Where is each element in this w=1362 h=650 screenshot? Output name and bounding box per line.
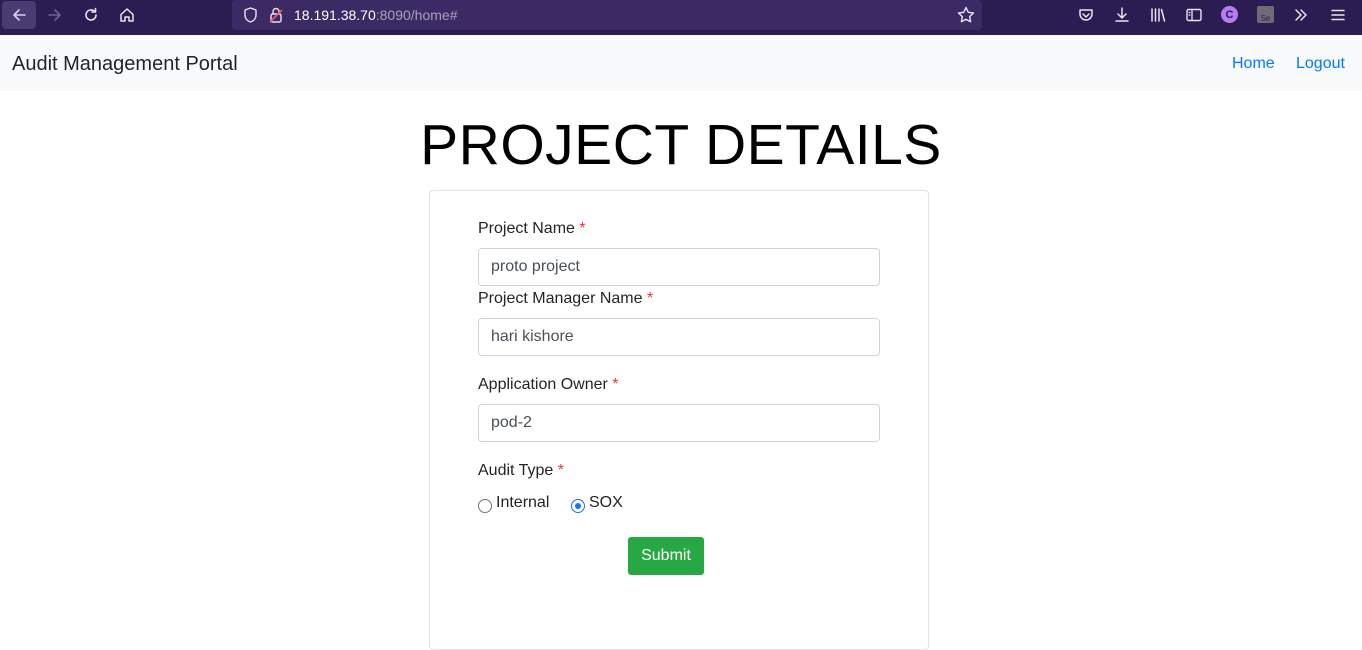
download-icon[interactable] [1113,6,1131,24]
required-mark: * [557,462,564,479]
audit-type-label: Audit Type * [478,462,564,480]
home-browser-button[interactable] [110,1,144,29]
manager-name-input[interactable] [478,318,880,356]
app-owner-label-text: Application Owner [478,376,608,393]
arrow-right-icon [48,9,61,21]
project-name-label-text: Project Name [478,220,575,237]
manager-name-label: Project Manager Name * [478,290,653,308]
audit-type-label-text: Audit Type [478,462,554,479]
radio-sox-label[interactable]: SOX [589,494,623,512]
browser-toolbar: 18.191.38.70:8090/home# C Se [0,0,1362,35]
manager-name-label-text: Project Manager Name [478,290,643,307]
reload-button[interactable] [74,1,108,29]
project-name-label: Project Name * [478,220,586,238]
project-form-card: Project Name * Project Manager Name * Ap… [429,190,929,650]
app-owner-label: Application Owner * [478,376,619,394]
lock-icon[interactable] [268,6,284,24]
url-text[interactable]: 18.191.38.70:8090/home# [294,7,457,23]
shield-icon[interactable] [242,6,259,24]
arrow-left-icon [13,9,26,21]
radio-internal-label[interactable]: Internal [496,494,549,512]
hamburger-menu-icon[interactable] [1329,6,1347,24]
library-icon[interactable] [1149,6,1167,24]
project-name-input[interactable] [478,248,880,286]
required-mark: * [646,290,654,307]
app-navbar: Audit Management Portal Home Logout [0,35,1362,91]
page-title: PROJECT DETAILS [420,113,942,177]
radio-sox[interactable] [571,499,585,513]
account-initial: C [1225,8,1234,21]
extension-label: Se [1260,14,1271,23]
pocket-icon[interactable] [1077,6,1095,24]
chevron-double-right-icon[interactable] [1292,6,1310,24]
app-owner-input[interactable] [478,404,880,442]
star-icon[interactable] [956,5,976,25]
extension-icon[interactable]: Se [1257,6,1274,23]
sidebar-icon[interactable] [1185,6,1203,24]
address-bar[interactable]: 18.191.38.70:8090/home# [232,0,982,30]
back-button[interactable] [2,1,36,29]
nav-home-link[interactable]: Home [1232,55,1275,73]
submit-button[interactable]: Submit [628,537,704,575]
required-mark: * [579,220,586,237]
forward-button[interactable] [38,1,72,29]
home-icon [120,8,134,22]
nav-logout-link[interactable]: Logout [1296,55,1345,73]
required-mark: * [612,376,619,393]
account-icon[interactable]: C [1221,6,1238,23]
reload-icon [85,7,97,21]
navbar-brand[interactable]: Audit Management Portal [12,53,238,76]
radio-internal[interactable] [478,499,492,513]
